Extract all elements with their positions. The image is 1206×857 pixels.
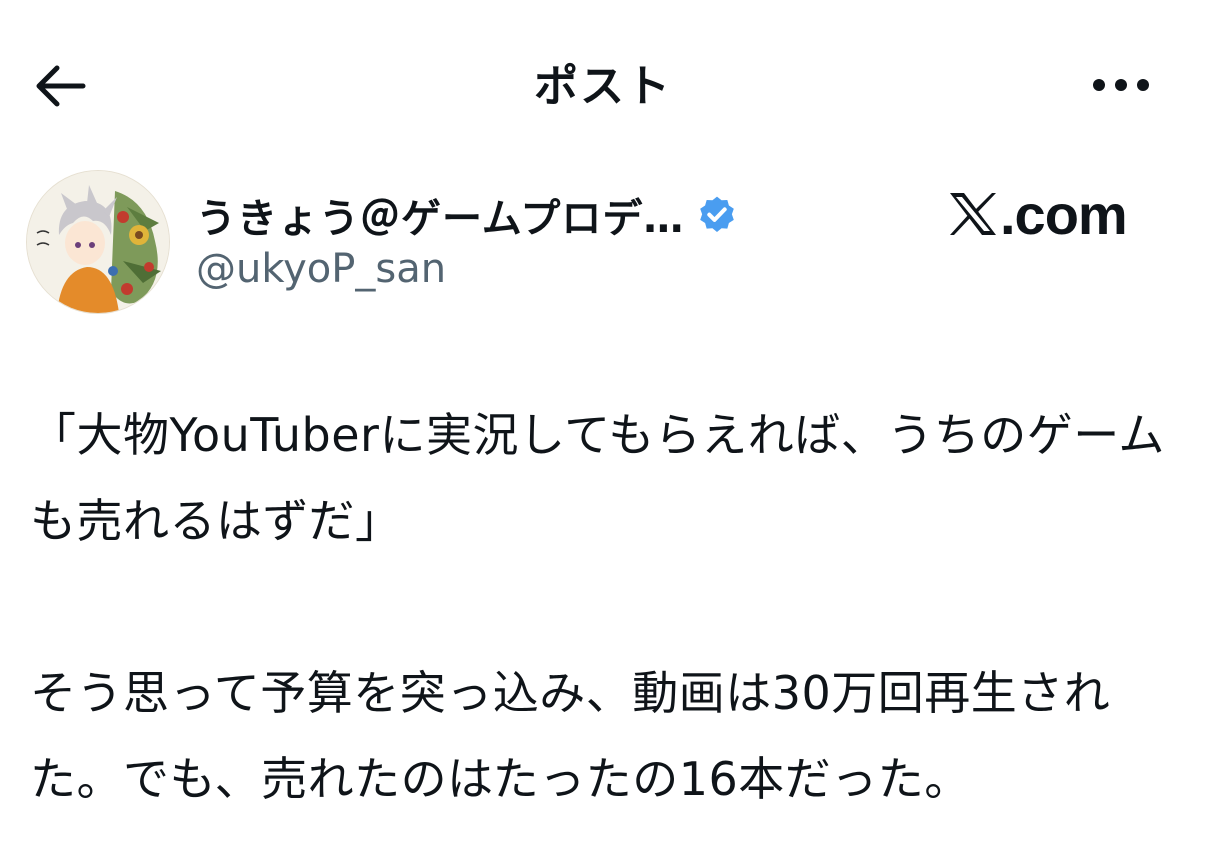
avatar-illustration — [27, 171, 169, 313]
post-paragraph: 「大物YouTuberに実況してもらえれば、うちのゲームも売れるはずだ」 — [30, 408, 1165, 548]
user-handle[interactable]: @ukyoP_san — [196, 246, 446, 292]
back-button[interactable] — [30, 58, 90, 114]
display-name-row: うきょう＠ゲームプロデ… — [196, 188, 738, 242]
verified-badge-icon — [696, 194, 738, 236]
top-bar: ポスト — [0, 0, 1206, 170]
x-logo-icon — [950, 193, 996, 235]
watermark: .com — [948, 182, 1128, 246]
arrow-left-icon — [36, 65, 86, 107]
more-options-button[interactable] — [1086, 60, 1156, 110]
page-title: ポスト — [534, 61, 672, 112]
display-name[interactable]: うきょう＠ゲームプロデ… — [196, 186, 684, 244]
avatar[interactable] — [26, 170, 170, 314]
watermark-text: .com — [1000, 182, 1128, 246]
post-paragraph: そう思って予算を突っ込み、動画は30万回再生された。でも、売れたのはたったの16… — [30, 666, 1111, 806]
more-horizontal-icon — [1093, 79, 1149, 91]
post-body: 「大物YouTuberに実況してもらえれば、うちのゲームも売れるはずだ」 そう思… — [30, 392, 1190, 822]
post-author: うきょう＠ゲームプロデ… @ukyoP_san .com — [0, 170, 1206, 320]
